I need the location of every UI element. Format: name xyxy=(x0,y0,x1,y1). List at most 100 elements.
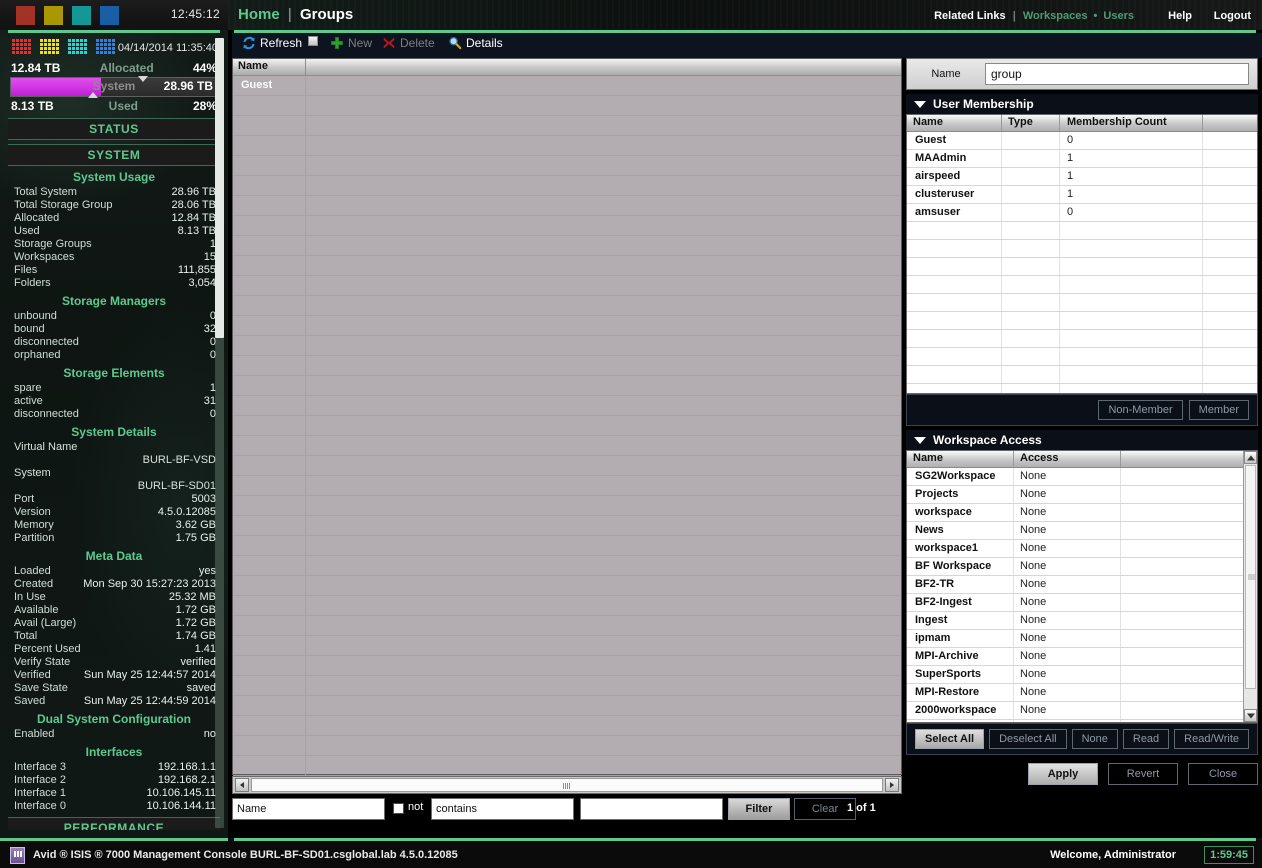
table-row-empty[interactable] xyxy=(233,396,901,416)
filter-not-checkbox[interactable] xyxy=(393,803,404,814)
column-header-name[interactable]: Name xyxy=(238,60,268,72)
table-row[interactable]: MPI-Archive None xyxy=(907,648,1243,666)
filter-value-input[interactable] xyxy=(580,798,723,820)
table-row-empty[interactable] xyxy=(233,336,901,356)
table-row[interactable]: Reliance None xyxy=(907,720,1243,722)
wa-scroll-down-button[interactable] xyxy=(1244,709,1257,722)
table-row[interactable]: SG2Workspace None xyxy=(907,468,1243,486)
table-row-empty[interactable] xyxy=(233,616,901,636)
table-row[interactable] xyxy=(907,348,1257,366)
table-row-empty[interactable] xyxy=(233,596,901,616)
table-row-empty[interactable] xyxy=(233,216,901,236)
new-button[interactable]: New xyxy=(330,36,372,50)
window-swatch-teal[interactable] xyxy=(72,6,91,25)
table-row-empty[interactable] xyxy=(233,256,901,276)
table-row[interactable]: MPI-Restore None xyxy=(907,684,1243,702)
filter-apply-button[interactable]: Filter xyxy=(728,798,790,820)
table-row-empty[interactable] xyxy=(233,276,901,296)
performance-section-bar[interactable]: PERFORMANCE xyxy=(8,817,220,830)
related-link-workspaces[interactable]: Workspaces xyxy=(1023,10,1088,22)
table-row[interactable] xyxy=(907,384,1257,393)
status-section-bar[interactable]: STATUS xyxy=(8,118,220,140)
hscroll-grip[interactable] xyxy=(563,783,571,789)
wa-col-access[interactable]: Access xyxy=(1020,452,1059,464)
window-swatch-yellow[interactable] xyxy=(44,6,63,25)
table-row-empty[interactable] xyxy=(233,376,901,396)
table-row-empty[interactable] xyxy=(233,636,901,656)
table-row-empty[interactable] xyxy=(233,96,901,116)
filter-operator-input[interactable] xyxy=(431,798,574,820)
workspace-access-action-button[interactable]: Deselect All xyxy=(989,729,1067,749)
filter-field-input[interactable] xyxy=(232,798,385,820)
system-section-bar[interactable]: SYSTEM xyxy=(8,144,220,166)
table-row[interactable]: workspace1 None xyxy=(907,540,1243,558)
table-row[interactable] xyxy=(907,294,1257,312)
hscroll-right-button[interactable] xyxy=(885,778,899,792)
table-row-empty[interactable] xyxy=(233,296,901,316)
user-membership-section-header[interactable]: User Membership xyxy=(906,94,1258,114)
table-row-empty[interactable] xyxy=(233,516,901,536)
table-row[interactable]: Guest 0 xyxy=(907,132,1257,150)
table-row-empty[interactable] xyxy=(233,156,901,176)
wa-scroll-thumb[interactable] xyxy=(1245,465,1256,689)
table-row[interactable]: SuperSports None xyxy=(907,666,1243,684)
table-row[interactable]: clusteruser 1 xyxy=(907,186,1257,204)
breadcrumb-home-link[interactable]: Home xyxy=(238,6,280,23)
table-row-empty[interactable] xyxy=(233,756,901,776)
table-row-empty[interactable] xyxy=(233,716,901,736)
table-row[interactable]: MAAdmin 1 xyxy=(907,150,1257,168)
table-row-empty[interactable] xyxy=(233,176,901,196)
table-row[interactable] xyxy=(907,330,1257,348)
group-name-input[interactable] xyxy=(985,63,1249,85)
hscroll-left-button[interactable] xyxy=(235,778,249,792)
table-row[interactable]: 2000workspace None xyxy=(907,702,1243,720)
workspace-access-action-button[interactable]: Read/Write xyxy=(1174,729,1249,749)
logout-link[interactable]: Logout xyxy=(1214,10,1251,22)
table-row[interactable]: ipmam None xyxy=(907,630,1243,648)
window-swatch-blue[interactable] xyxy=(100,6,119,25)
table-row-empty[interactable] xyxy=(233,416,901,436)
table-row-empty[interactable] xyxy=(233,736,901,756)
groups-list-hscrollbar[interactable] xyxy=(232,776,902,794)
delete-button[interactable]: Delete xyxy=(382,36,435,50)
table-row[interactable]: airspeed 1 xyxy=(907,168,1257,186)
table-row-empty[interactable] xyxy=(233,556,901,576)
wa-scroll-up-button[interactable] xyxy=(1244,451,1257,464)
table-row[interactable]: Guest xyxy=(233,76,901,96)
table-row[interactable] xyxy=(907,276,1257,294)
related-link-users[interactable]: Users xyxy=(1103,10,1134,22)
wa-col-name[interactable]: Name xyxy=(913,452,943,464)
window-swatch-red[interactable] xyxy=(16,6,35,25)
table-row-empty[interactable] xyxy=(233,236,901,256)
um-col-type[interactable]: Type xyxy=(1008,116,1033,128)
workspace-access-scrollbar[interactable] xyxy=(1243,451,1257,722)
table-row[interactable]: News None xyxy=(907,522,1243,540)
um-col-name[interactable]: Name xyxy=(913,116,943,128)
sidebar-scrollbar[interactable] xyxy=(215,38,224,828)
table-row[interactable]: BF2-TR None xyxy=(907,576,1243,594)
sidebar-scrollbar-thumb[interactable] xyxy=(215,38,224,338)
table-row-empty[interactable] xyxy=(233,316,901,336)
table-row[interactable]: BF Workspace None xyxy=(907,558,1243,576)
table-row[interactable]: BF2-Ingest None xyxy=(907,594,1243,612)
table-row-empty[interactable] xyxy=(233,496,901,516)
table-row[interactable] xyxy=(907,258,1257,276)
workspace-access-action-button[interactable]: None xyxy=(1071,729,1118,749)
membership-filter-button[interactable]: Member xyxy=(1188,400,1249,420)
table-row[interactable]: amsuser 0 xyxy=(907,204,1257,222)
table-row-empty[interactable] xyxy=(233,116,901,136)
table-row[interactable]: workspace None xyxy=(907,504,1243,522)
refresh-button[interactable]: Refresh xyxy=(242,36,302,50)
hscroll-track[interactable] xyxy=(251,778,883,792)
table-row-empty[interactable] xyxy=(233,696,901,716)
table-row-empty[interactable] xyxy=(233,656,901,676)
help-link[interactable]: Help xyxy=(1168,10,1192,22)
table-row-empty[interactable] xyxy=(233,436,901,456)
table-row-empty[interactable] xyxy=(233,536,901,556)
table-row-empty[interactable] xyxy=(233,576,901,596)
workspace-access-section-header[interactable]: Workspace Access xyxy=(906,430,1258,450)
table-row[interactable] xyxy=(907,222,1257,240)
workspace-access-action-button[interactable]: Read xyxy=(1122,729,1170,749)
table-row-empty[interactable] xyxy=(233,356,901,376)
table-row-empty[interactable] xyxy=(233,136,901,156)
